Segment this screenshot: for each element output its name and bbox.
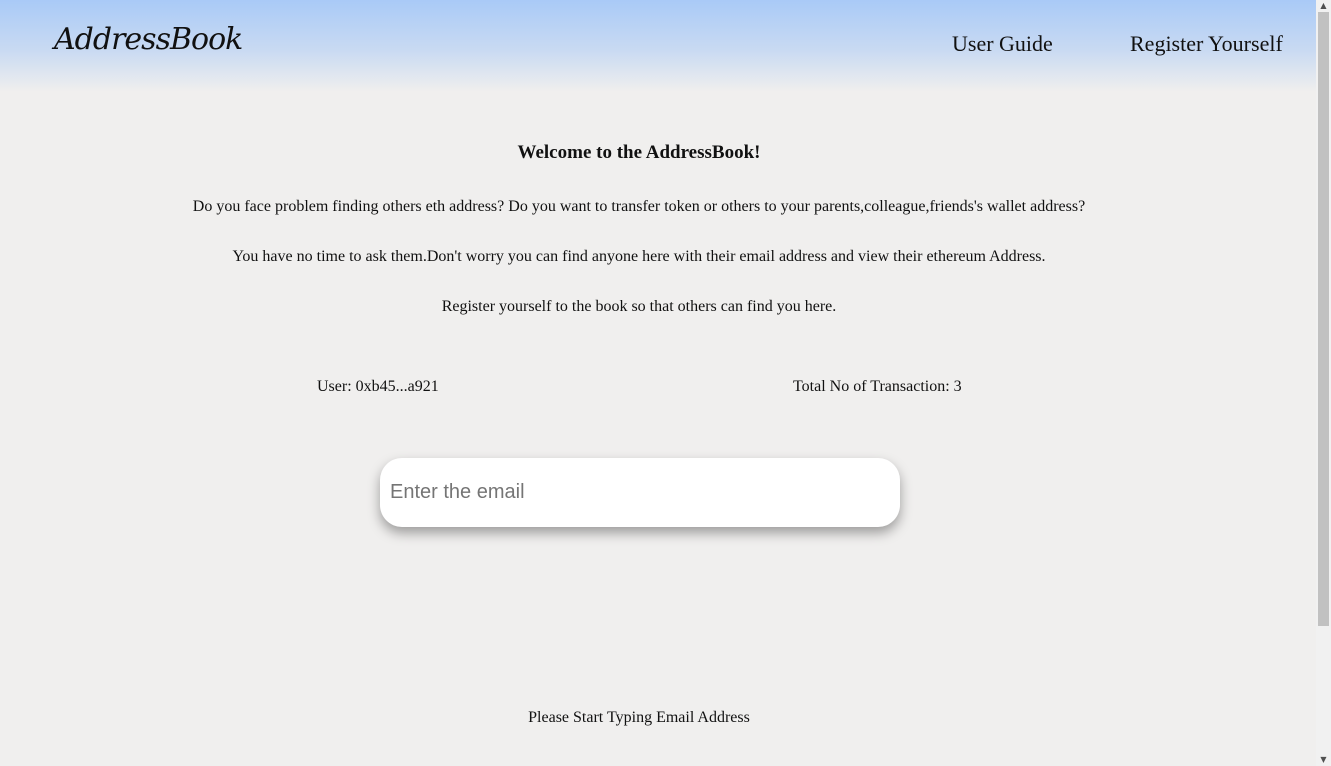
intro-paragraph-3: Register yourself to the book so that ot… — [441, 298, 837, 315]
email-search-input[interactable] — [380, 458, 900, 527]
welcome-heading: Welcome to the AddressBook! — [517, 142, 761, 163]
page: AddressBook User Guide Register Yourself… — [0, 0, 1316, 766]
intro-paragraph-1: Do you face problem finding others eth a… — [192, 198, 1086, 215]
scroll-down-arrow-icon[interactable]: ▼ — [1316, 754, 1331, 766]
transaction-count: Total No of Transaction: 3 — [793, 378, 962, 395]
status-message: Please Start Typing Email Address — [528, 709, 750, 726]
header: AddressBook User Guide Register Yourself — [0, 0, 1316, 92]
logo[interactable]: AddressBook — [54, 22, 243, 57]
nav-register-link[interactable]: Register Yourself — [1130, 31, 1283, 57]
nav-user-guide-link[interactable]: User Guide — [952, 31, 1053, 57]
vertical-scrollbar[interactable]: ▲ ▼ — [1316, 0, 1331, 766]
intro-paragraph-2: You have no time to ask them.Don't worry… — [232, 248, 1046, 265]
scroll-up-arrow-icon[interactable]: ▲ — [1316, 0, 1331, 12]
scroll-thumb[interactable] — [1318, 12, 1329, 626]
user-address: User: 0xb45...a921 — [317, 378, 439, 395]
